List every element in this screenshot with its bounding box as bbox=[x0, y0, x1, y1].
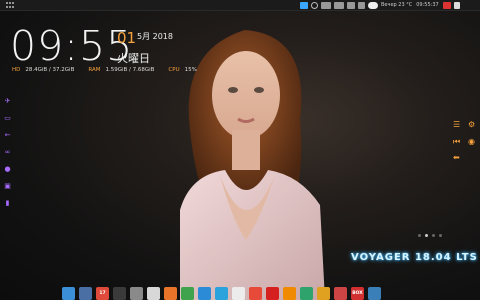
panel-clock[interactable]: 09:55:37 bbox=[416, 2, 438, 8]
terminal-icon[interactable] bbox=[113, 287, 126, 300]
system-tray: Вечер 23 °C 09:55:37 bbox=[300, 0, 463, 10]
toolbox-icon[interactable]: BOX bbox=[351, 287, 364, 300]
system-stats: HD 28.4GiB / 37.2GiB RAM 1.59GiB / 7.68GiB… bbox=[12, 67, 205, 73]
settings-icon[interactable]: ⚙ bbox=[468, 121, 475, 129]
wallpaper-portrait bbox=[180, 30, 325, 300]
menu-icon[interactable]: ☰ bbox=[453, 121, 460, 129]
desktop-wallpaper: Вечер 23 °C 09:55:37 09:55 01 5月 2018 火曜… bbox=[0, 0, 480, 300]
back-arrow-icon[interactable]: ← bbox=[4, 132, 11, 139]
presentation-icon[interactable] bbox=[249, 287, 262, 300]
libreoffice-icon[interactable] bbox=[232, 287, 245, 300]
date-day: 01 bbox=[117, 29, 137, 47]
files-icon[interactable] bbox=[79, 287, 92, 300]
toolbox-label: BOX bbox=[352, 291, 363, 296]
download-icon[interactable] bbox=[317, 287, 330, 300]
chat-icon[interactable]: ▭ bbox=[4, 115, 11, 122]
ram-value: 1.59GiB / 7.68GiB bbox=[105, 67, 155, 73]
calendar-label: 17 bbox=[99, 291, 106, 296]
trash-icon[interactable] bbox=[334, 287, 347, 300]
dropbox-icon[interactable] bbox=[300, 1, 308, 9]
hd-label: HD bbox=[12, 67, 21, 73]
cpu-label: CPU bbox=[168, 67, 180, 73]
vlc-icon[interactable] bbox=[283, 287, 296, 300]
youtube-icon[interactable] bbox=[266, 287, 279, 300]
telegram-icon[interactable] bbox=[215, 287, 228, 300]
globe-icon[interactable]: ● bbox=[4, 166, 11, 173]
document-viewer-icon[interactable] bbox=[147, 287, 160, 300]
editor-icon[interactable] bbox=[130, 287, 143, 300]
workspace-indicator[interactable] bbox=[418, 234, 442, 237]
chrome-icon[interactable] bbox=[181, 287, 194, 300]
ram-label: RAM bbox=[88, 67, 101, 73]
date-weekday: 火曜日 bbox=[117, 52, 150, 65]
calendar-icon[interactable]: 17 bbox=[96, 287, 109, 300]
dock: 17 BOX bbox=[62, 281, 418, 300]
airplane-icon[interactable]: ✈ bbox=[4, 98, 11, 105]
lock-icon[interactable]: ▣ bbox=[4, 183, 11, 190]
firefox-icon[interactable] bbox=[164, 287, 177, 300]
power-icon[interactable] bbox=[453, 1, 460, 9]
cpu-value: 15% bbox=[184, 67, 197, 73]
volume-icon[interactable] bbox=[358, 1, 365, 9]
arrow-left-icon[interactable]: ⬅ bbox=[453, 154, 460, 162]
mail-icon[interactable] bbox=[321, 1, 331, 9]
messages-icon[interactable] bbox=[334, 1, 344, 9]
app-grid-icon[interactable] bbox=[6, 2, 14, 8]
eye-icon[interactable]: ◉ bbox=[468, 138, 475, 146]
vscode-icon[interactable] bbox=[300, 287, 313, 300]
left-launcher: ✈ ▭ ← ∞ ● ▣ ▮ bbox=[4, 98, 14, 217]
system-settings-icon[interactable] bbox=[368, 287, 381, 300]
weather-text: Вечер 23 °C bbox=[381, 2, 413, 8]
keyboard-layout-icon[interactable] bbox=[442, 1, 451, 9]
browser-icon[interactable] bbox=[198, 287, 211, 300]
wifi-icon[interactable] bbox=[347, 1, 355, 9]
skip-back-icon[interactable]: ⏮ bbox=[453, 138, 460, 146]
search-icon[interactable] bbox=[311, 1, 318, 9]
glasses-icon[interactable]: ∞ bbox=[4, 149, 11, 156]
date-month-year: 5月 2018 bbox=[137, 32, 173, 41]
brand-text: VOYAGER 18.04 LTS bbox=[351, 252, 478, 263]
cloud-icon bbox=[368, 1, 378, 9]
hd-value: 28.4GiB / 37.2GiB bbox=[25, 67, 75, 73]
desktop-clock: 09:55 bbox=[10, 22, 134, 70]
desktop-icon[interactable] bbox=[62, 287, 75, 300]
bar-chart-icon[interactable]: ▮ bbox=[4, 200, 11, 207]
